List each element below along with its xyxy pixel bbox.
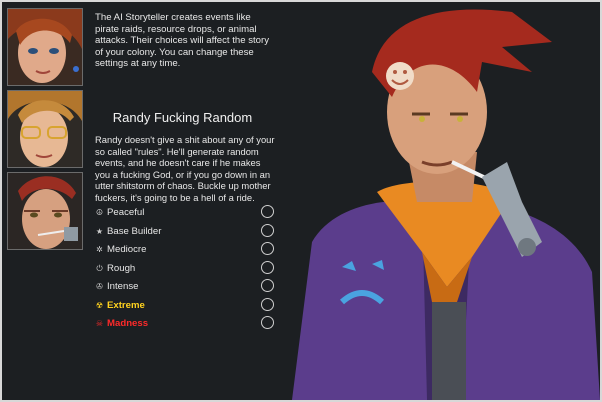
peace-icon: ☮ <box>95 208 104 217</box>
storyteller-name: Randy Fucking Random <box>112 110 253 125</box>
storyteller-character-art <box>292 9 600 400</box>
difficulty-option-rough[interactable]: ⏻ Rough <box>95 261 280 277</box>
storyteller-description: Randy doesn't give a shit about any of y… <box>95 134 275 203</box>
star-icon: ★ <box>95 227 104 236</box>
difficulty-label: Peaceful <box>107 207 145 218</box>
difficulty-option-mediocre[interactable]: ✲ Mediocre <box>95 242 280 258</box>
difficulty-label: Extreme <box>107 300 145 311</box>
storyteller-intro-text: The AI Storyteller creates events like p… <box>95 12 270 69</box>
power-icon: ⏻ <box>96 264 103 273</box>
storyteller-portrait-cassandra[interactable] <box>7 8 83 86</box>
difficulty-label: Base Builder <box>107 226 162 237</box>
storyteller-portrait-randy[interactable] <box>7 172 83 250</box>
skull-icon: ☠ <box>95 319 104 328</box>
phoebe-portrait-image <box>8 91 82 167</box>
difficulty-option-extreme[interactable]: ☢ Extreme <box>95 298 280 314</box>
difficulty-option-peaceful[interactable]: ☮ Peaceful <box>95 205 280 221</box>
storyteller-portrait-phoebe[interactable] <box>7 90 83 168</box>
difficulty-label: Rough <box>107 263 136 274</box>
randy-portrait-image <box>8 173 82 249</box>
mercedes-icon: ✇ <box>96 282 103 291</box>
gear-icon: ✲ <box>96 245 103 254</box>
difficulty-option-madness[interactable]: ☠ Madness <box>95 316 280 332</box>
difficulty-label: Mediocre <box>107 244 147 255</box>
difficulty-label: Madness <box>107 318 149 329</box>
difficulty-label: Intense <box>107 281 139 292</box>
storyteller-window: The AI Storyteller creates events like p… <box>0 0 602 402</box>
radiation-icon: ☢ <box>95 301 104 310</box>
cassandra-portrait-image <box>8 9 82 85</box>
difficulty-option-intense[interactable]: ✇ Intense <box>95 279 280 295</box>
difficulty-option-base-builder[interactable]: ★ Base Builder <box>95 224 280 240</box>
